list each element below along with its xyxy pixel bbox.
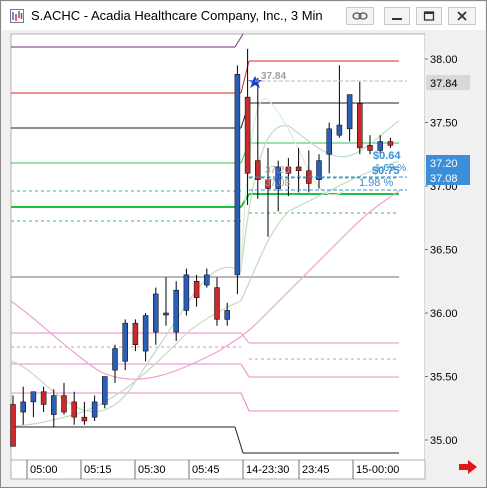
x-tick-label: 23:45 [302,464,330,476]
y-tick-label: 35.00 [430,435,458,447]
y-tick-label: 37.50 [430,118,458,130]
link-button[interactable] [346,7,374,25]
maximize-button[interactable] [416,7,442,25]
maximize-icon [423,11,435,21]
y-tick-label: 38.00 [430,54,458,66]
x-tick-label: 05:30 [138,464,166,476]
x-tick-label: 14-23:30 [246,464,289,476]
chart-app-icon [10,9,24,23]
plot-background[interactable] [10,33,426,461]
scroll-right-arrow-icon[interactable] [459,460,477,474]
chart-annotation: 1.98 % [359,177,393,189]
close-button[interactable] [448,7,476,25]
y-tick-label: 36.00 [430,308,458,320]
price-chart[interactable]: 38.0037.5037.0036.5036.0035.5035.00 05:0… [9,31,478,481]
x-tick-label: 15-00:00 [356,464,399,476]
x-tick-label: 05:00 [30,464,58,476]
link-icon [352,12,368,20]
chart-annotation: 37.20 [265,165,290,176]
minimize-icon [392,18,402,20]
chart-annotation: 37.08 [265,178,290,189]
price-badge-label: 37.20 [430,158,458,170]
chart-window: S.ACHC - Acadia Healthcare Company, Inc.… [0,0,487,488]
close-icon [457,11,467,21]
price-badge-label: 37.08 [430,173,458,185]
title-bar[interactable]: S.ACHC - Acadia Healthcare Company, Inc.… [2,2,485,30]
candle[interactable] [183,268,190,316]
chart-annotation: $0.64 [373,150,401,162]
price-badge-label: 37.84 [430,78,458,90]
window-title: S.ACHC - Acadia Healthcare Company, Inc.… [31,8,323,23]
chart-annotation: 37.84 [261,71,286,82]
x-tick-label: 05:45 [192,464,220,476]
chart-area[interactable]: 38.00 37.50 37.00 36.50 36.00 35.50 35.00 05:0… [9,31,478,481]
candle[interactable] [234,65,241,294]
x-tick-label: 05:15 [84,464,112,476]
candle[interactable] [173,281,179,341]
candle[interactable] [102,376,108,409]
y-tick-label: 35.50 [430,372,458,384]
chart-annotation: $0.75 [372,165,400,177]
minimize-button[interactable] [384,7,410,25]
y-tick-label: 36.50 [430,245,458,257]
